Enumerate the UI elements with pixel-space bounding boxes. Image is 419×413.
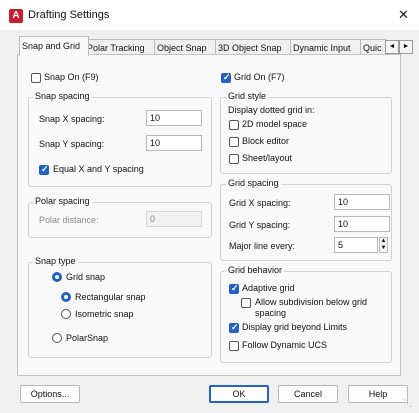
snap-y-input[interactable]: 10 xyxy=(146,135,202,151)
polarsnap-label: PolarSnap xyxy=(66,333,109,343)
polar-spacing-title: Polar spacing xyxy=(33,196,92,206)
grid-style-title: Grid style xyxy=(226,91,269,101)
major-line-label: Major line every: xyxy=(229,241,296,251)
2d-model-space-checkbox[interactable] xyxy=(229,120,239,130)
polarsnap-radio[interactable] xyxy=(52,333,62,343)
block-editor-label: Block editor xyxy=(242,136,290,146)
allow-subdivision-label: Allow subdivision below grid xyxy=(255,297,368,307)
beyond-limits-checkbox[interactable] xyxy=(229,322,239,333)
tab-scroll-right-icon[interactable]: ► xyxy=(399,40,413,54)
tab-scroll-left-icon[interactable]: ◄ xyxy=(385,40,399,54)
isometric-snap-radio[interactable] xyxy=(61,309,71,319)
sheet-layout-label: Sheet/layout xyxy=(242,153,293,163)
cancel-button[interactable]: Cancel xyxy=(278,385,338,403)
snap-x-label: Snap X spacing: xyxy=(39,114,105,124)
beyond-limits-label: Display grid beyond Limits xyxy=(242,322,348,332)
polar-distance-input[interactable]: 0 xyxy=(146,211,202,227)
polar-distance-label: Polar distance: xyxy=(39,215,99,225)
isometric-snap-label: Isometric snap xyxy=(75,309,134,319)
spin-down-icon[interactable]: ▼ xyxy=(380,245,387,252)
spin-up-icon[interactable]: ▲ xyxy=(380,238,387,245)
grid-snap-radio[interactable] xyxy=(52,272,62,282)
equal-spacing-checkbox[interactable] xyxy=(39,164,49,175)
snap-on-checkbox[interactable] xyxy=(31,73,41,83)
allow-subdivision-label-cont: spacing xyxy=(255,308,287,318)
grid-y-label: Grid Y spacing: xyxy=(229,220,291,230)
grid-style-description: Display dotted grid in: xyxy=(228,105,315,115)
snap-x-input[interactable]: 10 xyxy=(146,110,202,126)
2d-model-space-label: 2D model space xyxy=(242,119,308,129)
major-line-input[interactable]: 5 xyxy=(334,237,378,253)
adaptive-grid-label: Adaptive grid xyxy=(242,283,295,293)
ok-button[interactable]: OK xyxy=(209,385,269,403)
rectangular-snap-label: Rectangular snap xyxy=(75,292,146,302)
snap-y-label: Snap Y spacing: xyxy=(39,139,105,149)
block-editor-checkbox[interactable] xyxy=(229,137,239,147)
grid-on-label: Grid On (F7) xyxy=(234,72,285,82)
grid-y-input[interactable]: 10 xyxy=(334,216,390,232)
grid-spacing-title: Grid spacing xyxy=(226,178,281,188)
major-line-spinner[interactable]: ▲ ▼ xyxy=(379,237,388,253)
autocad-app-icon: A xyxy=(9,9,23,23)
options-button[interactable]: Options... xyxy=(20,385,80,403)
tab-snap-and-grid[interactable]: Snap and Grid xyxy=(19,36,89,56)
sheet-layout-checkbox[interactable] xyxy=(229,154,239,164)
snap-spacing-title: Snap spacing xyxy=(33,91,92,101)
allow-subdivision-checkbox[interactable] xyxy=(241,298,251,308)
resize-grip-icon[interactable]: ⋱ xyxy=(403,398,415,410)
window-title: Drafting Settings xyxy=(28,9,110,21)
grid-x-label: Grid X spacing: xyxy=(229,198,291,208)
equal-spacing-label: Equal X and Y spacing xyxy=(53,164,144,174)
grid-behavior-title: Grid behavior xyxy=(226,265,285,275)
grid-x-input[interactable]: 10 xyxy=(334,194,390,210)
close-icon[interactable]: ✕ xyxy=(398,7,409,23)
help-button[interactable]: Help xyxy=(348,385,408,403)
adaptive-grid-checkbox[interactable] xyxy=(229,283,239,294)
snap-on-label: Snap On (F9) xyxy=(44,72,99,82)
follow-ucs-checkbox[interactable] xyxy=(229,341,239,351)
grid-snap-label: Grid snap xyxy=(66,272,106,282)
snap-type-title: Snap type xyxy=(33,256,78,266)
grid-on-checkbox[interactable] xyxy=(221,72,231,83)
rectangular-snap-radio[interactable] xyxy=(61,292,71,302)
follow-ucs-label: Follow Dynamic UCS xyxy=(242,340,328,350)
